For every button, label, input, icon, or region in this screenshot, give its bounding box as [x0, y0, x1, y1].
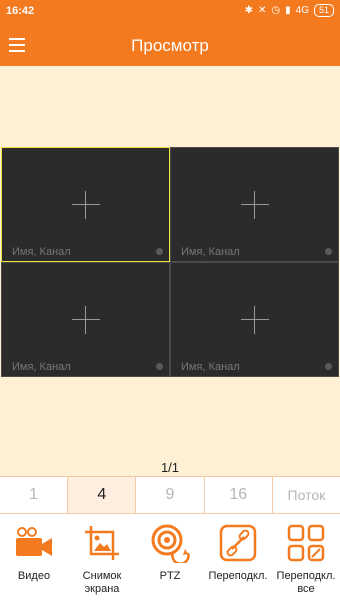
tab-layout-1[interactable]: 1: [0, 477, 69, 513]
battery-icon: 51: [313, 4, 334, 17]
add-icon: [71, 190, 100, 219]
snapshot-icon: [81, 522, 123, 564]
status-dot-icon: [325, 248, 332, 255]
channel-label: Имя, Канал: [12, 361, 71, 373]
bottom-toolbar: Видео Снимок экрана PTZ Переподкл. Переп…: [0, 514, 340, 604]
status-bar: 16:42 ✱ ✕ ◷ ▮ 4G 51: [0, 0, 340, 24]
video-camera-icon: [13, 522, 55, 564]
tab-layout-16[interactable]: 16: [204, 477, 273, 513]
status-icons: ✱ ✕ ◷ ▮ 4G 51: [245, 4, 334, 17]
channel-label: Имя, Канал: [181, 361, 240, 373]
tab-layout-9[interactable]: 9: [136, 477, 205, 513]
video-label: Видео: [17, 570, 51, 582]
status-dot-icon: [156, 363, 163, 370]
ptz-button[interactable]: PTZ: [136, 514, 204, 604]
network-type: 4G: [295, 5, 309, 16]
reconnect-button[interactable]: Переподкл.: [204, 514, 272, 604]
video-cell-4[interactable]: Имя, Канал: [170, 262, 339, 377]
reconnect-label: Переподкл.: [208, 570, 268, 582]
video-button[interactable]: Видео: [0, 514, 68, 604]
alarm-icon: ◷: [271, 5, 281, 16]
add-icon: [240, 190, 269, 219]
tab-layout-4[interactable]: 4: [68, 477, 137, 513]
mute-icon: ✕: [258, 5, 267, 16]
video-grid: Имя, Канал Имя, Канал Имя, Канал Имя, Ка…: [0, 146, 340, 378]
reconnect-all-label: Переподкл. все: [276, 570, 336, 595]
status-time: 16:42: [6, 5, 35, 17]
signal-icon: ▮: [285, 5, 291, 16]
reconnect-icon: [217, 522, 259, 564]
reconnect-all-icon: [285, 522, 327, 564]
snapshot-button[interactable]: Снимок экрана: [68, 514, 136, 604]
ptz-icon: [149, 522, 191, 564]
status-dot-icon: [156, 248, 163, 255]
add-icon: [240, 305, 269, 334]
channel-label: Имя, Канал: [181, 246, 240, 258]
tab-stream[interactable]: Поток: [272, 477, 340, 513]
status-dot-icon: [325, 363, 332, 370]
reconnect-all-button[interactable]: Переподкл. все: [272, 514, 340, 604]
video-cell-2[interactable]: Имя, Канал: [170, 147, 339, 262]
channel-label: Имя, Канал: [12, 246, 71, 258]
video-cell-3[interactable]: Имя, Канал: [1, 262, 170, 377]
snapshot-label: Снимок экрана: [82, 570, 122, 595]
bluetooth-icon: ✱: [244, 5, 253, 16]
layout-tabs: 1 4 9 16 Поток: [0, 476, 340, 514]
app-bar: Просмотр: [0, 24, 340, 66]
page-title: Просмотр: [131, 36, 209, 55]
video-cell-1[interactable]: Имя, Канал: [1, 147, 170, 262]
add-icon: [71, 305, 100, 334]
ptz-label: PTZ: [159, 570, 181, 582]
page-indicator: 1/1: [160, 460, 180, 475]
